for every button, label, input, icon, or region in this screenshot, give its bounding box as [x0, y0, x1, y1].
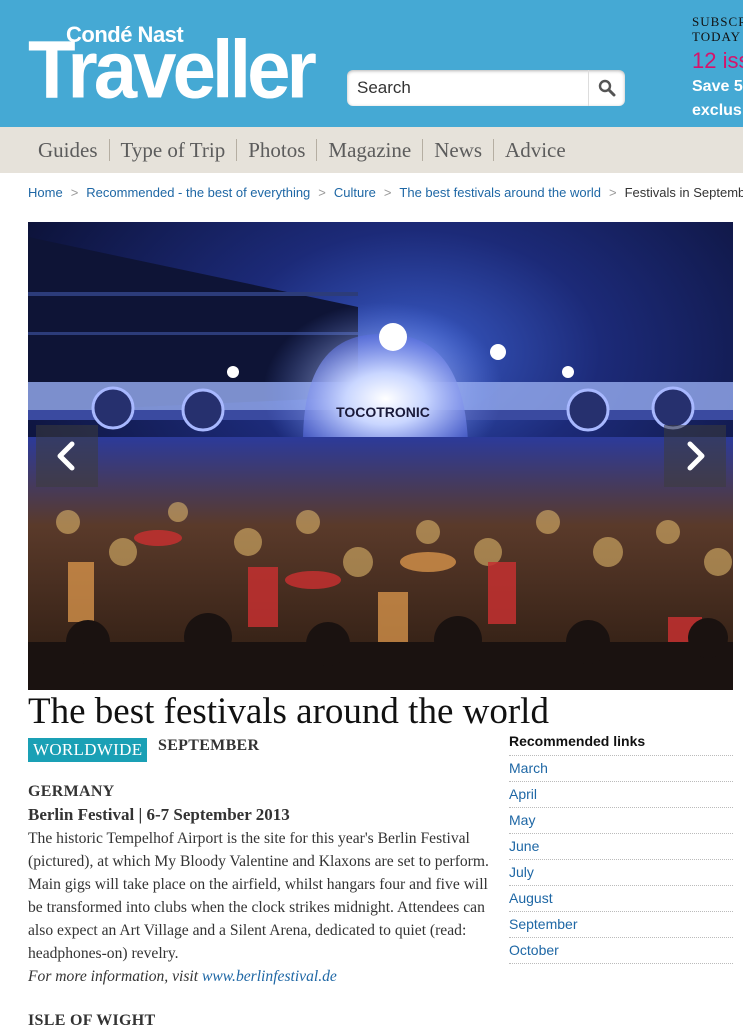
stage-banner: TOCOTRONIC [336, 404, 430, 420]
event-website-link[interactable]: www.berlinfestival.de [202, 968, 337, 985]
list-item: September [509, 912, 733, 938]
promo-issues: 12 issues [692, 48, 743, 73]
country-heading: GERMANY [28, 783, 115, 800]
more-info-prefix: For more information, visit [28, 968, 199, 985]
list-item: June [509, 834, 733, 860]
nav-news[interactable]: News [422, 139, 493, 161]
recommended-links: Recommended links March April May June J… [509, 733, 733, 964]
search-button[interactable] [588, 70, 625, 106]
breadcrumb-recommended[interactable]: Recommended - the best of everything [86, 185, 310, 200]
breadcrumb-culture[interactable]: Culture [334, 185, 376, 200]
chevron-left-icon [57, 441, 75, 471]
link-may[interactable]: May [509, 812, 535, 828]
breadcrumb-separator: > [318, 185, 326, 200]
month-label: SEPTEMBER [158, 737, 260, 754]
link-june[interactable]: June [509, 838, 539, 854]
nav-photos[interactable]: Photos [236, 139, 316, 161]
breadcrumb-separator: > [70, 185, 79, 200]
list-item: May [509, 808, 733, 834]
nav-guides[interactable]: Guides [28, 139, 109, 161]
list-item: April [509, 782, 733, 808]
event-description: The historic Tempelhof Airport is the si… [28, 830, 489, 962]
slideshow-next-button[interactable] [664, 425, 726, 487]
chevron-right-icon [687, 441, 705, 471]
hero-image: TOCOTRONIC [28, 222, 733, 690]
list-item: July [509, 860, 733, 886]
promo-today: TODAY [692, 29, 742, 44]
link-july[interactable]: July [509, 864, 534, 880]
event-heading: Berlin Festival | 6-7 September 2013 [28, 805, 290, 824]
promo-subscribe: SUBSCRIBE [692, 14, 743, 29]
link-october[interactable]: October [509, 942, 559, 958]
site-header: Condé Nast Traveller SUBSCRIBE TODAY 12 … [0, 0, 743, 127]
region-tag[interactable]: WORLDWIDE [28, 738, 148, 762]
subscribe-promo[interactable]: SUBSCRIBE TODAY 12 issues Save 5 exclusi… [692, 14, 743, 122]
slideshow-prev-button[interactable] [36, 425, 98, 487]
nav-type-of-trip[interactable]: Type of Trip [108, 139, 237, 161]
article-body: GERMANY Berlin Festival | 6-7 September … [28, 783, 498, 1030]
breadcrumb-separator: > [609, 185, 617, 200]
link-march[interactable]: March [509, 760, 548, 776]
breadcrumb-home[interactable]: Home [28, 185, 63, 200]
search-box [347, 70, 625, 106]
festival-photo: TOCOTRONIC [28, 222, 733, 690]
search-icon [598, 79, 616, 97]
recommended-heading: Recommended links [509, 733, 733, 756]
link-september[interactable]: September [509, 916, 577, 932]
breadcrumb-current: Festivals in September [624, 185, 743, 200]
breadcrumb-separator: > [383, 185, 392, 200]
link-april[interactable]: April [509, 786, 537, 802]
list-item: October [509, 938, 733, 964]
list-item: March [509, 756, 733, 782]
nav-advice[interactable]: Advice [493, 139, 577, 161]
main-nav: Guides Type of Trip Photos Magazine News… [0, 127, 743, 173]
promo-save: Save 5 [692, 78, 743, 95]
search-input[interactable] [347, 70, 587, 106]
article-title: The best festivals around the world [28, 691, 549, 732]
next-country-heading: ISLE OF WIGHT [28, 1012, 156, 1029]
breadcrumb-best-festivals[interactable]: The best festivals around the world [399, 185, 601, 200]
link-august[interactable]: August [509, 890, 553, 906]
promo-exclusive: exclusive [692, 102, 743, 119]
nav-magazine[interactable]: Magazine [316, 139, 422, 161]
logo-traveller: Traveller [28, 22, 317, 116]
breadcrumb: Home > Recommended - the best of everythin… [28, 185, 743, 200]
more-info: For more information, visit www.berlinfe… [28, 965, 498, 988]
list-item: August [509, 886, 733, 912]
